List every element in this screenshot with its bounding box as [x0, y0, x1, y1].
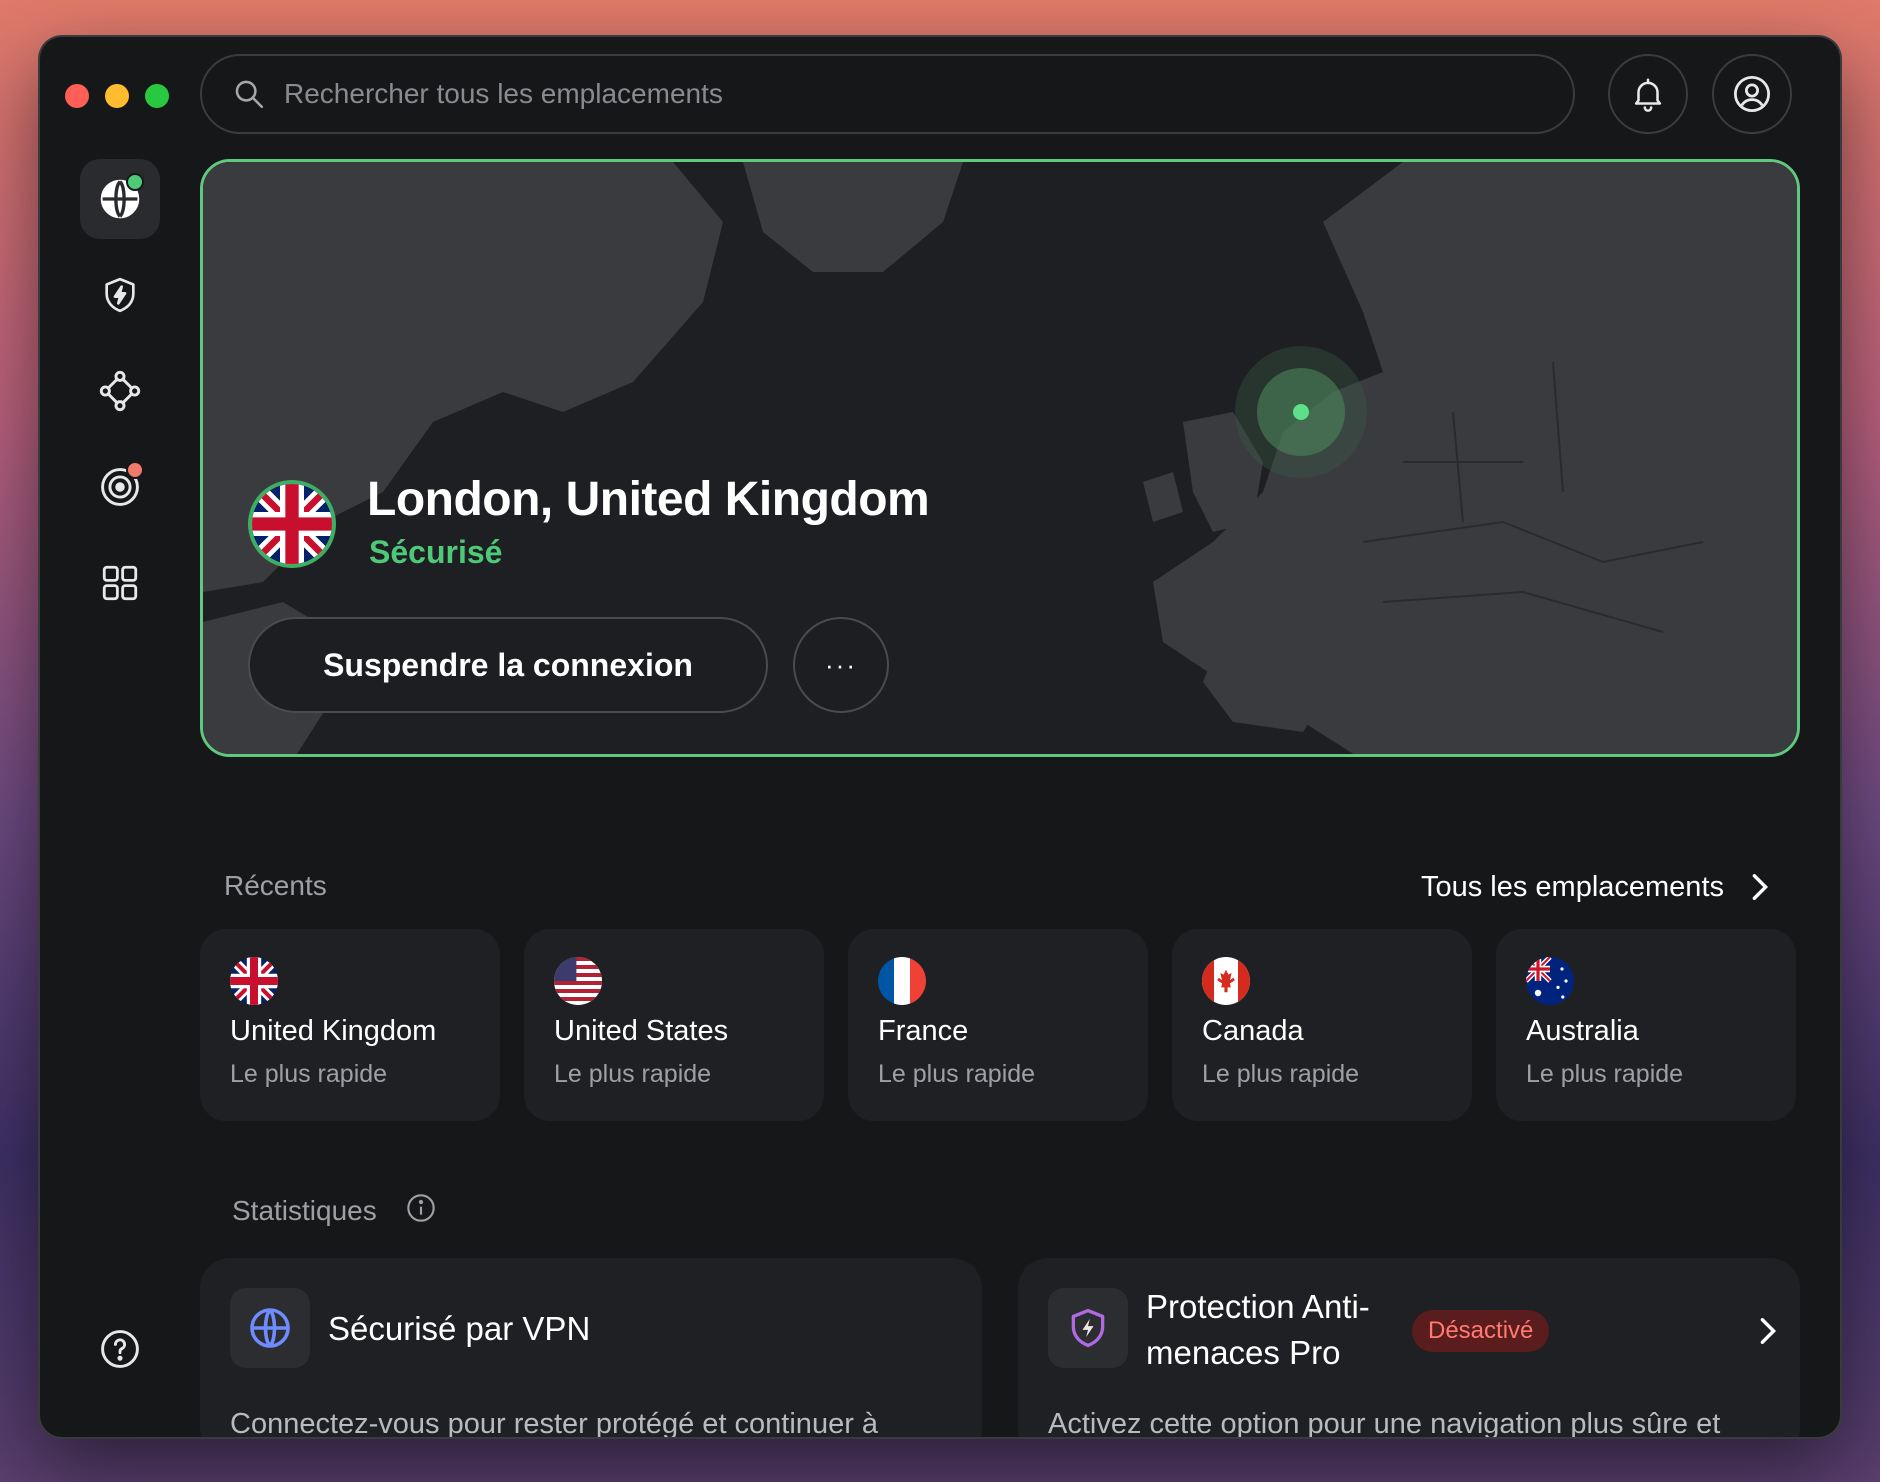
grid-icon	[102, 565, 138, 601]
stat-description: Connectez-vous pour rester protégé et co…	[230, 1408, 879, 1437]
help-icon	[101, 1330, 139, 1368]
recents-title: Récents	[224, 870, 327, 901]
united-states-flag-icon	[554, 957, 602, 1005]
globe-icon	[250, 1308, 290, 1348]
more-options-button[interactable]: ···	[793, 617, 889, 713]
recent-location-card[interactable]: France Le plus rapide	[848, 929, 1148, 1121]
all-locations-label: Tous les emplacements	[1420, 870, 1724, 903]
suspend-connection-button[interactable]: Suspendre la connexion	[248, 617, 768, 713]
stat-title: Sécurisé par VPN	[328, 1310, 591, 1347]
minimize-window-button[interactable]	[105, 84, 129, 108]
sidebar-item-apps[interactable]	[80, 543, 160, 623]
recent-server-type: Le plus rapide	[1526, 1060, 1684, 1088]
united-kingdom-flag-icon	[230, 957, 278, 1005]
recent-country-name: United States	[554, 1015, 729, 1047]
recent-location-card[interactable]: Australia Le plus rapide	[1496, 929, 1796, 1121]
chevron-right-icon	[1752, 874, 1769, 900]
recent-server-type: Le plus rapide	[878, 1060, 1036, 1088]
recent-country-name: Australia	[1526, 1015, 1639, 1047]
help-button[interactable]	[80, 1309, 160, 1389]
recent-server-type: Le plus rapide	[230, 1060, 388, 1088]
chevron-right-icon	[1760, 1318, 1777, 1344]
shield-bolt-icon	[105, 277, 135, 313]
threat-shield-badge	[1048, 1288, 1128, 1368]
sidebar-item-meshnet[interactable]	[80, 351, 160, 431]
stat-description: Activez cette option pour une navigation…	[1048, 1408, 1721, 1437]
shield-bolt-icon	[1071, 1308, 1105, 1348]
recent-location-card[interactable]: United Kingdom Le plus rapide	[200, 929, 500, 1121]
app-window: London, United Kingdom Sécurisé Suspendr…	[40, 37, 1840, 1437]
vpn-globe-badge	[230, 1288, 310, 1368]
alert-dot	[126, 461, 144, 479]
sidebar-item-threat-protection[interactable]	[80, 255, 160, 335]
recent-location-card[interactable]: Canada Le plus rapide	[1172, 929, 1472, 1121]
sidebar-item-vpn[interactable]	[80, 159, 160, 239]
account-button[interactable]	[1712, 54, 1792, 134]
close-window-button[interactable]	[65, 84, 89, 108]
recent-country-name: United Kingdom	[230, 1015, 437, 1047]
status-dot	[126, 173, 144, 191]
status-badge: Désactivé	[1412, 1310, 1550, 1352]
sidebar-item-dark-web-monitor[interactable]	[80, 447, 160, 527]
australia-flag-icon	[1526, 957, 1574, 1005]
connection-card: London, United Kingdom Sécurisé Suspendr…	[200, 159, 1800, 757]
search-input[interactable]	[282, 77, 1573, 111]
stat-title-line2: menaces Pro	[1146, 1334, 1341, 1371]
recent-country-name: France	[878, 1015, 969, 1047]
user-icon	[1733, 75, 1771, 113]
connected-location: London, United Kingdom	[367, 473, 930, 526]
statistics-title: Statistiques	[232, 1195, 377, 1226]
france-flag-icon	[878, 957, 926, 1005]
connection-status: Sécurisé	[369, 534, 503, 570]
stat-title-line1: Protection Anti-	[1146, 1288, 1370, 1325]
bell-icon	[1634, 78, 1662, 112]
vpn-stat-card[interactable]: Sécurisé par VPN Connectez-vous pour res…	[200, 1258, 982, 1437]
threat-protection-stat-card[interactable]: Protection Anti- menaces Pro Désactivé A…	[1018, 1258, 1800, 1437]
recent-server-type: Le plus rapide	[554, 1060, 712, 1088]
notifications-button[interactable]	[1608, 54, 1688, 134]
search-bar[interactable]	[200, 54, 1575, 134]
recent-location-card[interactable]: United States Le plus rapide	[524, 929, 824, 1121]
all-locations-link[interactable]: Tous les emplacements	[1400, 867, 1770, 907]
united-kingdom-flag-icon	[248, 480, 336, 568]
info-icon[interactable]	[405, 1192, 437, 1224]
recent-country-name: Canada	[1202, 1015, 1304, 1047]
canada-flag-icon	[1202, 957, 1250, 1005]
network-nodes-icon	[99, 370, 141, 412]
search-icon	[235, 80, 264, 109]
maximize-window-button[interactable]	[145, 84, 169, 108]
recent-server-type: Le plus rapide	[1202, 1060, 1360, 1088]
